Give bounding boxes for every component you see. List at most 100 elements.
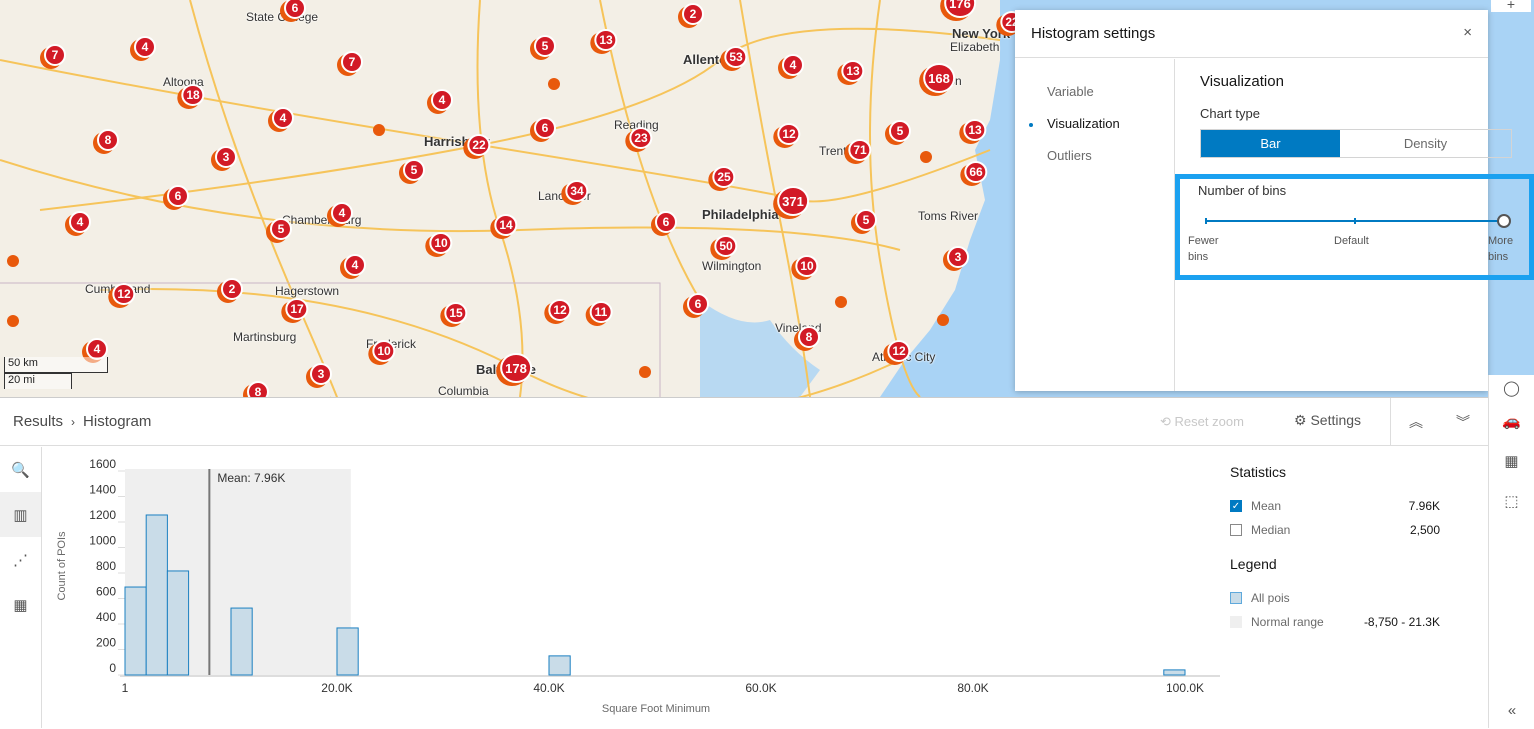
poi-cluster[interactable]: 3 xyxy=(215,146,237,168)
poi-cluster[interactable]: 5 xyxy=(403,159,425,181)
bins-slider-handle[interactable] xyxy=(1497,214,1511,228)
poi-cluster[interactable]: 6 xyxy=(655,211,677,233)
histogram-chart[interactable]: 0 200 400 600 800 1000 1200 1400 1600 Mean: 7.96K… xyxy=(42,446,1222,729)
poi-dot[interactable] xyxy=(548,78,560,90)
poi-cluster[interactable]: 6 xyxy=(167,185,189,207)
scatter-plot-icon[interactable]: ⋰ xyxy=(0,537,41,582)
poi-cluster[interactable]: 4 xyxy=(69,211,91,233)
nav-outliers[interactable]: Outliers xyxy=(1015,140,1174,172)
legend-swatch xyxy=(1230,616,1242,628)
poi-cluster[interactable]: 168 xyxy=(923,63,955,93)
collapse-sidebar-icon[interactable]: « xyxy=(1489,700,1534,720)
grid-icon[interactable]: ▦ xyxy=(1489,441,1534,481)
poi-cluster[interactable]: 8 xyxy=(97,129,119,151)
city-label: Toms River xyxy=(918,209,979,223)
poi-dot[interactable] xyxy=(835,296,847,308)
y-tick-label: 1600 xyxy=(89,457,116,471)
histogram-icon[interactable]: ▥ xyxy=(0,492,41,537)
x-tick-label: 80.0K xyxy=(957,681,988,695)
x-tick-label: 40.0K xyxy=(533,681,564,695)
poi-cluster[interactable]: 178 xyxy=(500,353,532,383)
legend-value: -8,750 - 21.3K xyxy=(1363,615,1440,629)
poi-cluster[interactable]: 5 xyxy=(855,209,877,231)
poi-cluster[interactable]: 3 xyxy=(310,363,332,385)
expand-up-icon[interactable]: ︽ xyxy=(1409,412,1423,432)
reset-zoom-label: Reset zoom xyxy=(1174,414,1244,429)
x-tick-label: 1 xyxy=(122,681,129,695)
poi-cluster[interactable]: 4 xyxy=(344,254,366,276)
stat-value: 7.96K xyxy=(1408,499,1440,513)
table-icon[interactable]: ▦ xyxy=(0,582,41,627)
poi-cluster[interactable]: 11 xyxy=(589,301,613,323)
poi-cluster[interactable]: 2 xyxy=(682,3,704,25)
stat-label: Median xyxy=(1251,523,1291,537)
poi-cluster[interactable]: 4 xyxy=(134,36,156,58)
poi-cluster[interactable]: 8 xyxy=(798,326,820,348)
gear-icon: ⚙ xyxy=(1294,412,1307,428)
poi-cluster[interactable]: 371 xyxy=(777,186,809,216)
close-icon[interactable]: × xyxy=(1463,24,1472,41)
reset-zoom-button[interactable]: ⟲ Reset zoom xyxy=(1160,414,1244,430)
slider-tick xyxy=(1205,218,1207,224)
poi-cluster[interactable]: 5 xyxy=(270,218,292,240)
poi-cluster[interactable]: 6 xyxy=(687,293,709,315)
section-title: Visualization xyxy=(1200,73,1284,90)
y-tick-label: 800 xyxy=(96,559,116,573)
zoom-chart-icon[interactable]: 🔍 xyxy=(0,447,41,492)
poi-cluster[interactable]: 6 xyxy=(534,117,556,139)
stat-mean[interactable]: ✓ Mean 7.96K xyxy=(1230,494,1450,518)
x-tick-label: 20.0K xyxy=(321,681,352,695)
collapse-down-icon[interactable]: ︾ xyxy=(1456,412,1470,432)
y-tick-label: 600 xyxy=(96,585,116,599)
city-label: State College xyxy=(246,10,319,24)
poi-cluster[interactable]: 5 xyxy=(889,120,911,142)
poi-dot[interactable] xyxy=(7,315,19,327)
chart-type-toggle: Bar Density xyxy=(1200,129,1512,158)
checkbox-checked[interactable]: ✓ xyxy=(1230,500,1242,512)
info-icon[interactable]: ◯ xyxy=(1489,375,1534,401)
poi-cluster[interactable]: 2 xyxy=(221,278,243,300)
scale-bar: 50 km 20 mi xyxy=(4,357,108,389)
poi-dot[interactable] xyxy=(7,255,19,267)
poi-cluster[interactable]: 4 xyxy=(331,202,353,224)
histogram-bar xyxy=(548,655,571,676)
settings-button[interactable]: ⚙ Settings xyxy=(1294,412,1361,429)
poi-dot[interactable] xyxy=(937,314,949,326)
settings-nav: Variable Visualization Outliers xyxy=(1015,59,1175,391)
stat-label: Mean xyxy=(1251,499,1282,513)
poi-cluster[interactable]: 7 xyxy=(44,44,66,66)
chart-type-density[interactable]: Density xyxy=(1340,130,1511,157)
y-tick-label: 1000 xyxy=(89,534,116,548)
stat-median[interactable]: Median 2,500 xyxy=(1230,518,1450,542)
x-tick-label: 60.0K xyxy=(745,681,776,695)
poi-cluster[interactable]: 8 xyxy=(247,381,269,397)
checkbox-unchecked[interactable] xyxy=(1230,524,1242,536)
poi-dot[interactable] xyxy=(639,366,651,378)
histogram-settings-panel: Histogram settings × Variable Visualizat… xyxy=(1015,10,1534,391)
nav-variable[interactable]: Variable xyxy=(1015,76,1174,108)
statistics-heading: Statistics xyxy=(1230,464,1287,480)
breadcrumb-results[interactable]: Results xyxy=(13,413,63,430)
select-icon[interactable]: ⬚ xyxy=(1489,481,1534,521)
poi-cluster[interactable]: 3 xyxy=(947,246,969,268)
poi-dot[interactable] xyxy=(920,151,932,163)
city-label: Wilmington xyxy=(702,259,762,273)
reset-icon: ⟲ xyxy=(1160,414,1171,429)
poi-cluster[interactable]: 4 xyxy=(272,107,294,129)
default-label: Default xyxy=(1334,235,1369,247)
poi-cluster[interactable]: 7 xyxy=(341,51,363,73)
histogram-bar xyxy=(124,586,147,676)
nav-visualization[interactable]: Visualization xyxy=(1015,108,1174,140)
poi-cluster[interactable]: 5 xyxy=(534,35,556,57)
y-tick-label: 400 xyxy=(96,610,116,624)
zoom-in-button[interactable]: + xyxy=(1491,0,1531,12)
legend-heading: Legend xyxy=(1230,556,1277,572)
car-icon[interactable]: 🚗 xyxy=(1489,401,1534,441)
poi-dot[interactable] xyxy=(373,124,385,136)
chart-type-bar[interactable]: Bar xyxy=(1201,130,1340,157)
poi-cluster[interactable]: 4 xyxy=(431,89,453,111)
legend-label: All pois xyxy=(1251,591,1290,605)
slider-tick xyxy=(1354,218,1356,224)
poi-cluster[interactable]: 4 xyxy=(782,54,804,76)
legend-swatch xyxy=(1230,592,1242,604)
